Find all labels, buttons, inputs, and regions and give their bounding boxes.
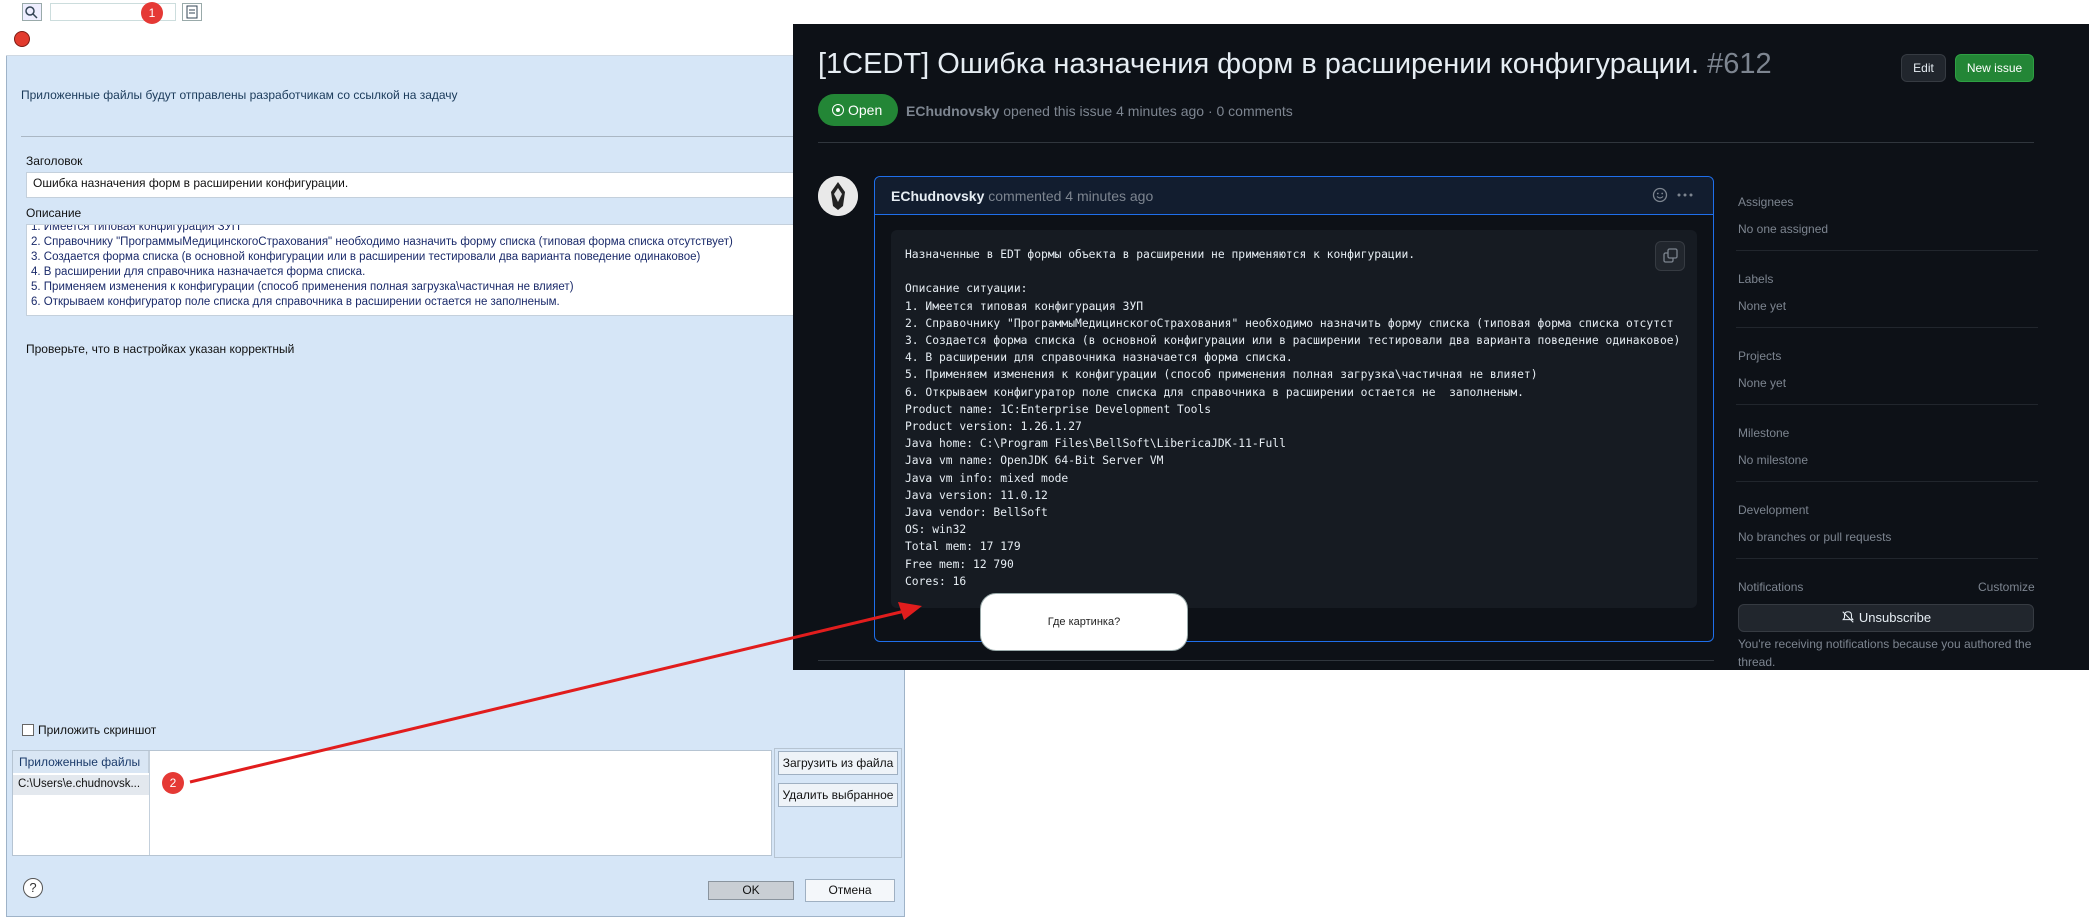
annotation-arrow (189, 602, 922, 784)
arrow-line (189, 609, 906, 784)
annotation-marker-2: 2 (162, 772, 184, 794)
annotation-marker-1: 1 (141, 2, 163, 24)
arrow-head (898, 602, 922, 620)
